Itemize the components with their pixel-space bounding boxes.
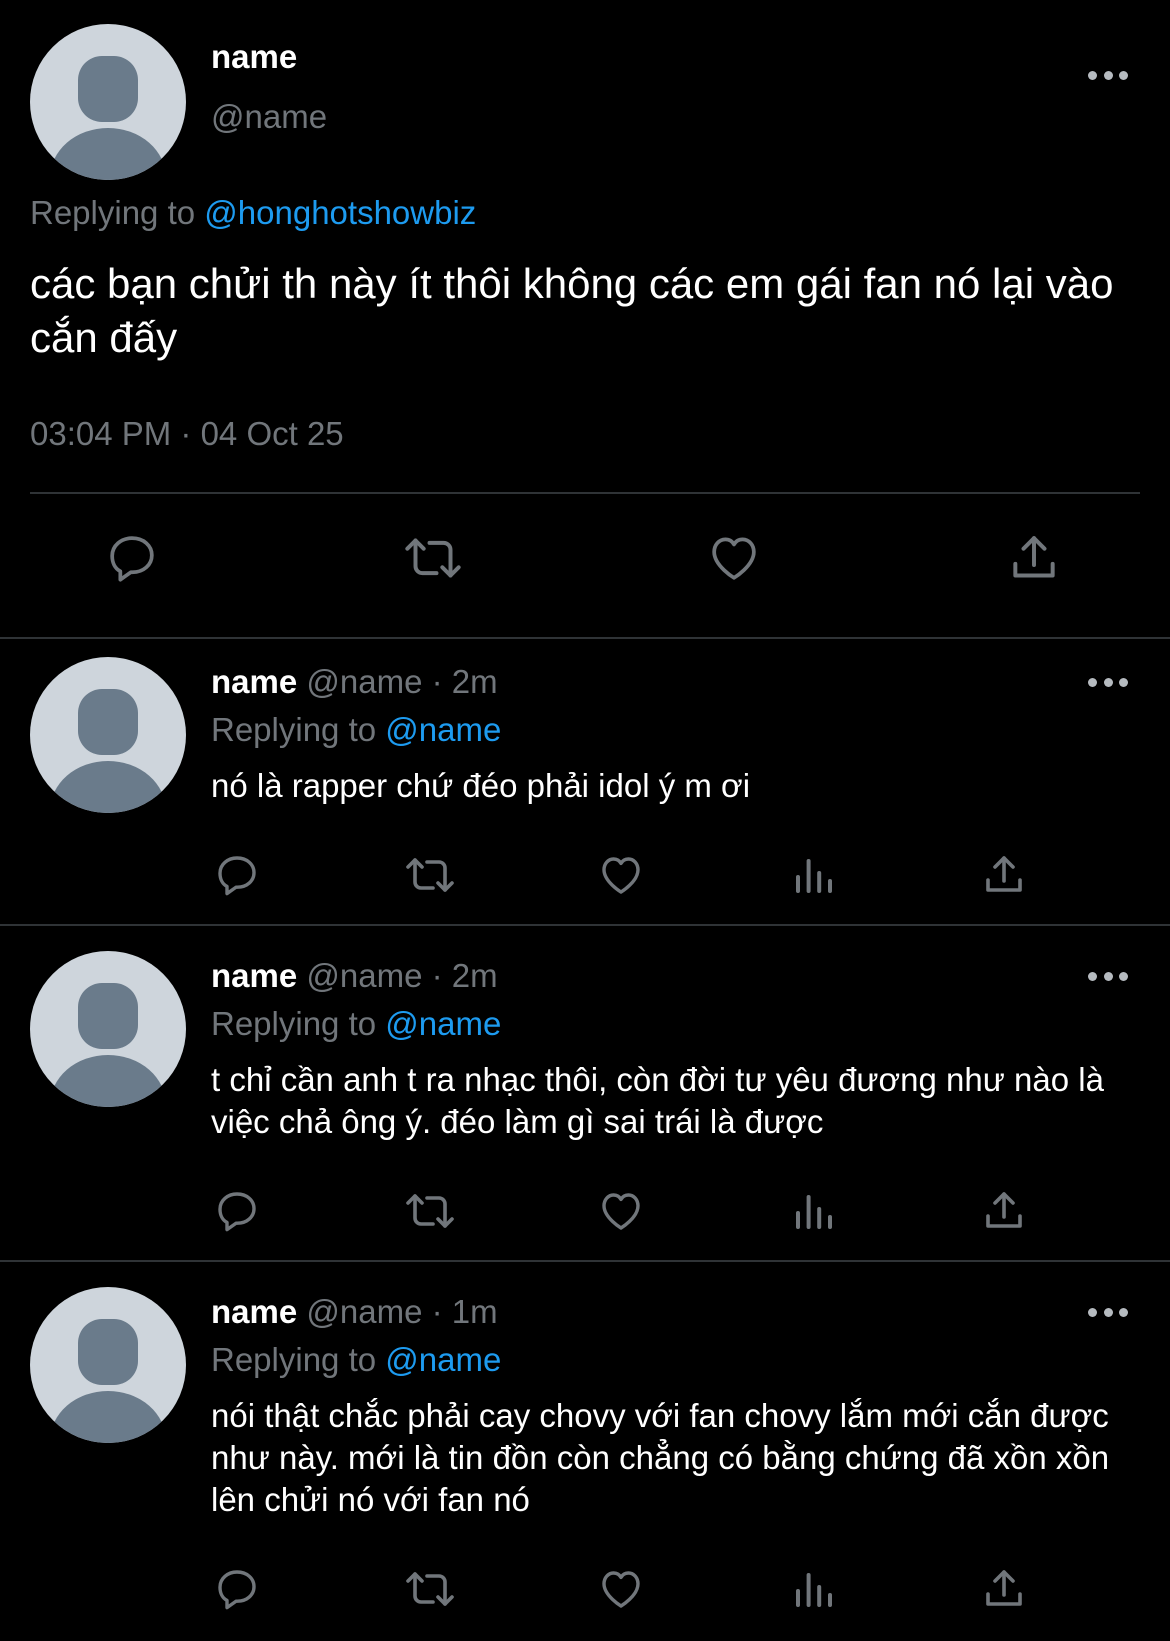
share-icon[interactable] [980,851,1028,899]
like-icon[interactable] [705,530,763,586]
author-handle[interactable]: @name [306,663,422,700]
like-icon[interactable] [597,851,645,899]
more-options-icon[interactable] [1088,70,1128,80]
replying-to: Replying to @name [211,1005,501,1043]
default-avatar-icon [78,1319,138,1385]
tweet-timestamp[interactable]: 03:04 PM · 04 Oct 25 [30,415,344,453]
action-bar [0,851,1170,907]
replying-to: Replying to @name [211,1341,501,1379]
action-bar [0,530,1170,600]
tweet-time: · 2m [431,957,498,994]
tweet-time: · 1m [431,1293,498,1330]
reply-tweet[interactable]: name @name · 2m Replying to @name nó là … [0,639,1170,924]
avatar[interactable] [30,951,186,1107]
tweet-text: nó là rapper chứ đéo phải idol ý m ơi [211,767,751,804]
views-icon[interactable] [790,1565,838,1613]
action-bar [0,1565,1170,1621]
author-name[interactable]: name [211,957,297,994]
tweet-text: t chỉ cần anh t ra nhạc thôi, còn đời tư… [211,1061,1104,1140]
replying-label: Replying to [211,1005,377,1042]
views-icon[interactable] [790,1187,838,1235]
share-icon[interactable] [1006,530,1062,586]
reply-icon[interactable] [213,1565,261,1613]
divider [0,1260,1170,1262]
replying-to-link[interactable]: @name [385,1005,501,1042]
default-avatar-icon [78,983,138,1049]
tweet-text: nói thật chắc phải cay chovy với fan cho… [211,1397,1110,1518]
replying-label: Replying to [30,194,196,231]
replying-to-link[interactable]: @name [385,711,501,748]
author-handle[interactable]: @name [211,98,327,136]
share-icon[interactable] [980,1565,1028,1613]
retweet-icon[interactable] [402,1565,458,1613]
reply-tweet[interactable]: name @name · 2m Replying to @name t chỉ … [0,933,1170,1260]
author-name[interactable]: name [211,663,297,700]
reply-icon[interactable] [213,1187,261,1235]
divider [0,924,1170,926]
replying-label: Replying to [211,1341,377,1378]
retweet-icon[interactable] [400,530,466,586]
replying-label: Replying to [211,711,377,748]
replying-to-link[interactable]: @name [385,1341,501,1378]
reply-icon[interactable] [104,530,160,586]
replying-to-link[interactable]: @honghotshowbiz [204,194,476,231]
tweet-text: các bạn chửi th này ít thôi không các em… [30,260,1114,361]
more-options-icon[interactable] [1088,971,1128,981]
more-options-icon[interactable] [1088,677,1128,687]
retweet-icon[interactable] [402,1187,458,1235]
divider [30,492,1140,494]
default-avatar-icon [78,689,138,755]
retweet-icon[interactable] [402,851,458,899]
more-options-icon[interactable] [1088,1307,1128,1317]
tweet-time: · 2m [431,663,498,700]
like-icon[interactable] [597,1565,645,1613]
reply-tweet[interactable]: name @name · 1m Replying to @name nói th… [0,1269,1170,1641]
author-handle[interactable]: @name [306,957,422,994]
replying-to: Replying to @name [211,711,501,749]
author-handle[interactable]: @name [306,1293,422,1330]
avatar[interactable] [30,24,186,180]
share-icon[interactable] [980,1187,1028,1235]
views-icon[interactable] [790,851,838,899]
avatar[interactable] [30,657,186,813]
avatar[interactable] [30,1287,186,1443]
reply-icon[interactable] [213,851,261,899]
author-name[interactable]: name [211,38,297,76]
action-bar [0,1187,1170,1243]
default-avatar-icon [78,56,138,122]
author-name[interactable]: name [211,1293,297,1330]
replying-to: Replying to @honghotshowbiz [30,194,476,232]
main-tweet: name @name Replying to @honghotshowbiz c… [0,0,1170,637]
like-icon[interactable] [597,1187,645,1235]
